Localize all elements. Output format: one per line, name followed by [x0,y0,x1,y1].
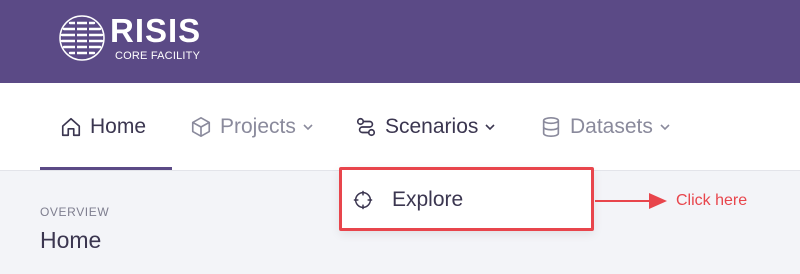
crosshair-icon [353,190,373,210]
nav-item-home[interactable]: Home [60,83,146,171]
nav-label-projects: Projects [220,115,296,138]
chevron-down-icon [303,124,313,131]
globe-logo-icon [59,15,105,61]
main-nav: Home Projects Scenarios Datasets [0,83,800,171]
menu-item-explore[interactable]: Explore [352,180,463,220]
breadcrumb: OVERVIEW [40,205,110,219]
logo-wordmark: RISIS [110,12,202,49]
chevron-down-icon [485,124,495,131]
nav-item-projects[interactable]: Projects [190,83,314,171]
nav-item-datasets[interactable]: Datasets [540,83,671,171]
annotation-arrow-icon [595,193,667,209]
nav-label-datasets: Datasets [570,115,653,138]
route-icon [356,117,376,137]
chevron-down-icon [660,124,670,131]
cube-icon [191,117,211,137]
nav-label-home: Home [90,115,147,138]
page-title: Home [40,227,102,253]
risis-logo[interactable]: RISIS CORE FACILITY [58,14,218,64]
app-header: RISIS CORE FACILITY [0,0,800,83]
nav-label-scenarios: Scenarios [385,115,479,138]
logo-subtitle: CORE FACILITY [115,50,201,62]
nav-item-scenarios[interactable]: Scenarios [355,83,496,171]
annotation-callout: Click here [676,192,748,209]
active-tab-indicator [40,167,172,170]
menu-item-explore-label: Explore [392,188,464,211]
database-icon [542,117,560,137]
home-icon [61,117,81,137]
scenarios-dropdown-menu: Explore [339,167,594,231]
